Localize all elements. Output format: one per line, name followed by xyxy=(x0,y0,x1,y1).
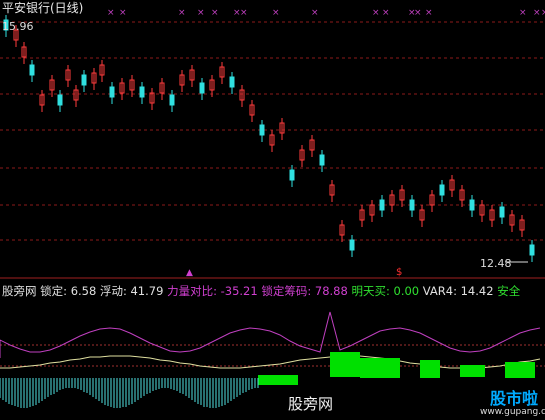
marker-x: × xyxy=(119,8,127,18)
candle-body xyxy=(529,244,535,256)
marker-x: × xyxy=(107,8,115,18)
indicator-block xyxy=(460,365,485,377)
candle-body xyxy=(199,82,205,94)
low-price-label: 12.48 xyxy=(480,257,512,270)
candle-body xyxy=(319,154,325,166)
marker-x: × xyxy=(197,8,205,18)
candle-body xyxy=(259,124,265,136)
marker-x: × xyxy=(541,8,545,18)
high-price-label: 15.96 xyxy=(2,20,34,33)
indicator-name: 股旁网 xyxy=(2,284,37,298)
marker-x: × xyxy=(533,8,541,18)
indicator-line-purple xyxy=(0,311,541,358)
marker-x: × xyxy=(272,8,280,18)
chart-window: × × × × × × × × × × × × × × × × × ▲ $ 平安银行(日线) 15.96 12.48… xyxy=(0,0,545,420)
indicator-item-buy: 明天买: 0.00 xyxy=(351,284,420,298)
candle-body xyxy=(229,76,235,88)
candle-body xyxy=(57,94,63,106)
candle-body xyxy=(349,239,355,251)
indicator-item-var4: VAR4: 14.42 xyxy=(422,284,494,298)
marker-x: × xyxy=(211,8,219,18)
event-marker: $ xyxy=(396,267,402,278)
candle-body xyxy=(29,64,35,76)
marker-x: × xyxy=(414,8,422,18)
candle-body xyxy=(499,206,505,218)
indicator-block xyxy=(330,352,360,377)
indicator-item-chips: 锁定筹码: 78.88 xyxy=(261,284,348,298)
candle-body xyxy=(81,74,87,86)
marker-x: × xyxy=(240,8,248,18)
indicator-block xyxy=(505,362,535,378)
indicator-item-power: 力量对比: -35.21 xyxy=(167,284,258,298)
marker-x: × xyxy=(425,8,433,18)
indicator-block xyxy=(258,375,298,385)
watermark-site: www.gupang.com xyxy=(480,407,545,417)
candle-body xyxy=(289,169,295,181)
candle-body xyxy=(169,94,175,106)
watermark-text: 股旁网 xyxy=(288,395,334,413)
marker-x: × xyxy=(519,8,527,18)
marker-x: × xyxy=(382,8,390,18)
indicator-item-lock: 锁定: 6.58 xyxy=(40,284,97,298)
indicator-block xyxy=(420,360,440,378)
candle-body xyxy=(109,86,115,98)
candle-body xyxy=(439,184,445,196)
watermark-logo: 股市啦 xyxy=(490,389,539,408)
marker-x: × xyxy=(178,8,186,18)
kline-chart[interactable]: × × × × × × × × × × × ×× × × × ×▲ $ xyxy=(0,0,545,420)
indicator-item-float: 浮动: 41.79 xyxy=(99,284,164,298)
indicator-block xyxy=(360,358,400,378)
candle-body xyxy=(379,199,385,211)
period-marker: ▲ xyxy=(186,268,193,278)
marker-x: × xyxy=(311,8,319,18)
candle-body xyxy=(469,199,475,211)
indicator-signal: 安全 xyxy=(497,284,521,298)
marker-x: × xyxy=(372,8,380,18)
indicator-legend: 股旁网 锁定: 6.58 浮动: 41.79 力量对比: -35.21 锁定筹码… xyxy=(2,285,520,298)
candle-body xyxy=(409,199,415,211)
candle-body xyxy=(139,86,145,98)
chart-title: 平安银行(日线) xyxy=(2,1,84,15)
